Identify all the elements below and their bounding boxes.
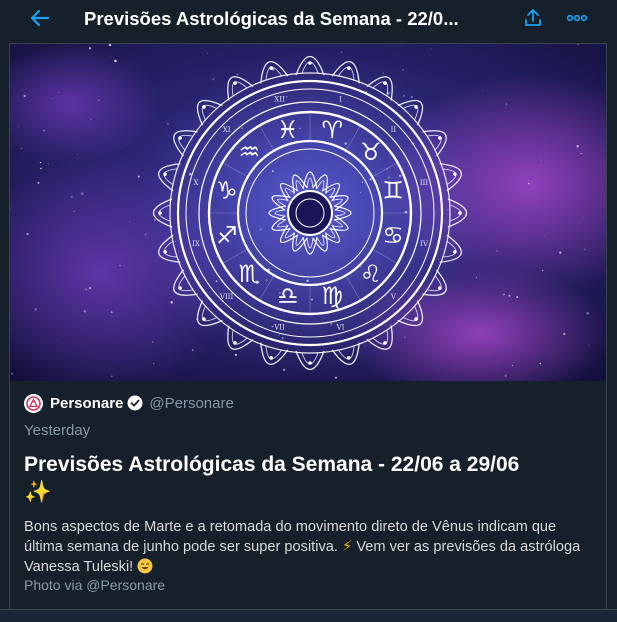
zodiac-sign-glyph: ♊︎ — [382, 177, 404, 205]
zodiac-wheel-image: IIIIIIIVVVIVIIVIIIIXXXIXII ♈︎♉︎♊︎♋︎♌︎♍︎♎… — [10, 44, 606, 381]
zodiac-sign-glyph: ♋︎ — [382, 221, 404, 249]
author-row: Personare @Personare — [24, 392, 234, 414]
zodiac-sign-glyph: ♍︎ — [322, 282, 344, 310]
sparkles-emoji: ✨ — [24, 479, 52, 504]
headline-text: Previsões Astrológicas da Semana - 22/06… — [24, 453, 520, 476]
zodiac-sign-glyph: ♒︎ — [238, 138, 260, 166]
zodiac-sign-glyph: ♐︎ — [216, 221, 238, 249]
roman-numeral: VI — [336, 324, 345, 332]
zodiac-sign-glyph: ♓︎ — [277, 116, 299, 144]
timestamp: Yesterday — [24, 422, 91, 439]
next-item-divider — [0, 609, 617, 622]
more-icon — [566, 14, 588, 22]
author-handle[interactable]: @Personare — [149, 395, 233, 412]
zodiac-sign-glyph: ♏︎ — [238, 260, 260, 288]
card-headline[interactable]: Previsões Astrológicas da Semana - 22/06… — [24, 451, 599, 506]
lightning-emoji: ⚡ — [342, 539, 353, 555]
more-button[interactable] — [562, 4, 592, 32]
roman-numeral: VIII — [219, 293, 234, 301]
avatar[interactable] — [24, 393, 43, 413]
roman-numeral: XII — [274, 96, 285, 104]
roman-numeral: III — [420, 179, 429, 187]
zodiac-sign-glyph: ♎︎ — [277, 282, 299, 310]
roman-numeral: XI — [223, 126, 231, 134]
roman-numeral: VII — [273, 324, 285, 332]
share-icon — [525, 9, 541, 26]
roman-numeral: IX — [192, 240, 200, 248]
photo-credit: Photo via @Personare — [24, 577, 166, 593]
zodiac-sign-glyph: ♌︎ — [360, 260, 382, 288]
link-card[interactable]: I II III IV V VI VII VIII IX X XI XII ♈︎ ♉︎ ♊︎ ♋︎ ♌︎ ♍︎ ♎… — [9, 43, 607, 609]
back-button[interactable] — [24, 4, 56, 32]
card-description: Bons aspectos de Marte e a retomada do m… — [24, 517, 599, 577]
top-bar: Previsões Astrológicas da Semana - 22/0.… — [0, 0, 617, 36]
card-image[interactable]: I II III IV V VI VII VIII IX X XI XII ♈︎ ♉︎ ♊︎ ♋︎ ♌︎ ♍︎ ♎… — [10, 44, 606, 381]
arrow-left-icon — [30, 9, 50, 27]
roman-numeral: V — [390, 293, 397, 301]
roman-numeral: I — [339, 96, 342, 104]
smile-emoji-icon — [137, 558, 153, 574]
roman-numeral: II — [391, 126, 397, 134]
verified-badge-icon — [127, 395, 143, 411]
zodiac-sign-glyph: ♈︎ — [322, 116, 344, 144]
personare-logo-icon — [26, 395, 41, 411]
zodiac-sign-glyph: ♉︎ — [360, 138, 382, 166]
roman-numeral: X — [194, 179, 199, 187]
roman-numeral: IV — [420, 240, 429, 248]
zodiac-sign-glyph: ♑︎ — [216, 177, 238, 205]
page-title: Previsões Astrológicas da Semana - 22/0.… — [84, 8, 459, 29]
author-name[interactable]: Personare — [50, 395, 123, 412]
share-button[interactable] — [518, 4, 548, 32]
